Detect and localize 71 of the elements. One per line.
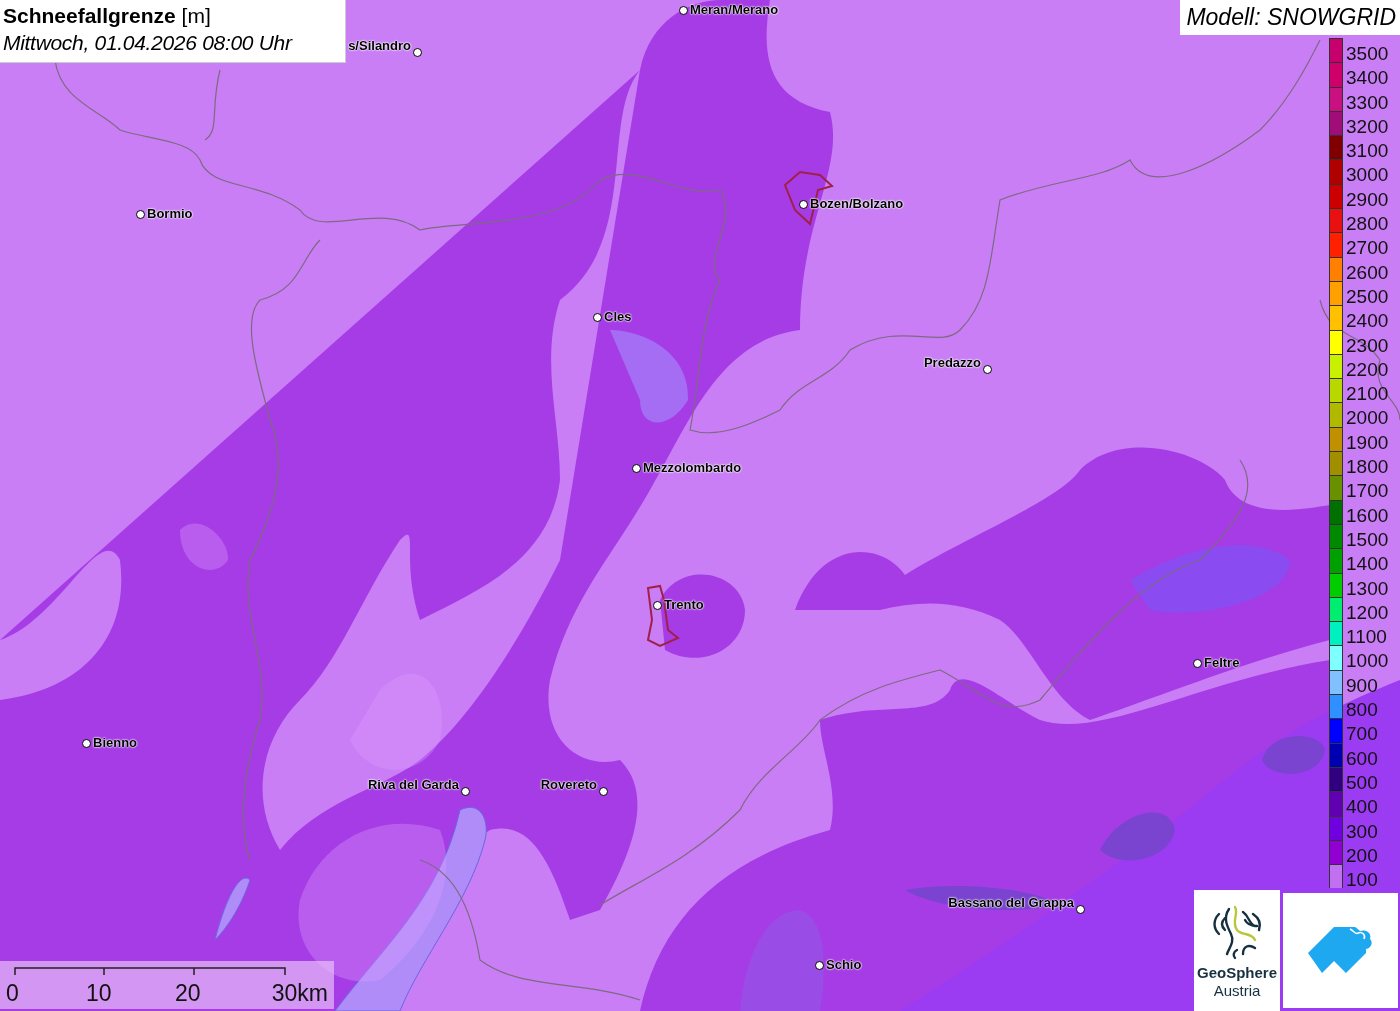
legend-value: 3500 bbox=[1346, 44, 1389, 63]
place-marker-icon bbox=[461, 787, 470, 796]
place-label: Rovereto bbox=[540, 777, 597, 793]
logo-name: GeoSphere bbox=[1197, 964, 1277, 982]
place-marker-icon bbox=[632, 463, 641, 473]
place-marker-icon bbox=[815, 960, 824, 970]
model-label: Modell: SNOWGRID bbox=[1180, 0, 1400, 35]
legend-value: 1400 bbox=[1346, 554, 1389, 573]
legend-value: 900 bbox=[1346, 675, 1378, 694]
place-label: Mezzolombardo bbox=[643, 460, 742, 476]
place-label: Meran/Merano bbox=[690, 2, 779, 18]
legend-value: 2100 bbox=[1346, 384, 1389, 403]
place-marker-icon bbox=[413, 48, 422, 57]
legend-value: 2700 bbox=[1346, 238, 1389, 257]
place-marker-icon bbox=[599, 787, 608, 796]
legend-value: 3400 bbox=[1346, 68, 1389, 87]
legend-value: 3200 bbox=[1346, 116, 1389, 136]
legend-value: 2000 bbox=[1346, 408, 1389, 427]
legend-value: 3000 bbox=[1346, 165, 1389, 184]
legend-value: 1300 bbox=[1346, 578, 1389, 597]
place-marker-icon bbox=[653, 600, 662, 610]
legend-value: 1000 bbox=[1346, 651, 1389, 670]
place-label: Predazzo bbox=[923, 355, 981, 371]
place-marker-icon bbox=[82, 738, 91, 748]
place-label: Bienno bbox=[93, 735, 138, 751]
legend-value: 200 bbox=[1346, 845, 1378, 865]
scale-label: 30km bbox=[271, 979, 328, 1007]
legend-value: 1600 bbox=[1346, 505, 1389, 524]
legend-value: 800 bbox=[1346, 700, 1378, 719]
legend-value: 2500 bbox=[1346, 286, 1389, 306]
place-label: Cles bbox=[604, 309, 632, 325]
legend-value: 500 bbox=[1346, 772, 1378, 792]
legend-value: 1900 bbox=[1346, 432, 1389, 452]
place-label: Riva del Garda bbox=[367, 777, 459, 793]
place-marker-icon bbox=[679, 5, 688, 15]
scale-label: 20 bbox=[175, 979, 201, 1007]
legend-value: 3300 bbox=[1346, 92, 1389, 111]
house-cloud-logo-icon bbox=[1307, 926, 1374, 975]
legend-value: 400 bbox=[1346, 797, 1378, 816]
legend-value: 700 bbox=[1346, 724, 1378, 743]
logo-subtitle: Austria bbox=[1213, 982, 1261, 1000]
legend-value: 1700 bbox=[1346, 481, 1389, 500]
place-marker-icon bbox=[799, 199, 808, 209]
legend-value: 100 bbox=[1346, 870, 1378, 889]
place-marker-icon bbox=[593, 312, 602, 322]
place-marker-icon bbox=[1193, 658, 1202, 668]
legend-value: 1500 bbox=[1346, 529, 1389, 549]
scale-label: 10 bbox=[86, 979, 112, 1007]
legend-value: 3100 bbox=[1346, 141, 1389, 160]
legend-value: 1800 bbox=[1346, 457, 1389, 476]
legend-value: 300 bbox=[1346, 821, 1378, 840]
legend-value: 1100 bbox=[1346, 627, 1387, 646]
map-title: Schneefallgrenze [m] bbox=[3, 3, 212, 29]
place-label: Bassano del Grappa bbox=[948, 895, 1074, 911]
place-label: Feltre bbox=[1204, 655, 1240, 671]
place-marker-icon bbox=[983, 365, 992, 374]
legend-value: 2600 bbox=[1346, 262, 1389, 281]
legend-value: 2200 bbox=[1346, 359, 1389, 379]
legend-value: 2300 bbox=[1346, 335, 1389, 354]
place-label: s/Silandro bbox=[348, 38, 411, 54]
place-marker-icon bbox=[1076, 905, 1085, 914]
place-marker-icon bbox=[136, 209, 145, 219]
scale-label: 0 bbox=[6, 979, 19, 1007]
legend-value: 1200 bbox=[1346, 602, 1389, 622]
legend-value: 2800 bbox=[1346, 214, 1389, 233]
place-label: Schio bbox=[826, 957, 862, 973]
legend-value: 600 bbox=[1346, 748, 1378, 767]
legend-value: 2400 bbox=[1346, 311, 1389, 330]
forecast-time: Mittwoch, 01.04.2026 08:00 Uhr bbox=[3, 30, 294, 56]
place-label: Bormio bbox=[147, 206, 193, 222]
legend-value: 2900 bbox=[1346, 189, 1389, 209]
